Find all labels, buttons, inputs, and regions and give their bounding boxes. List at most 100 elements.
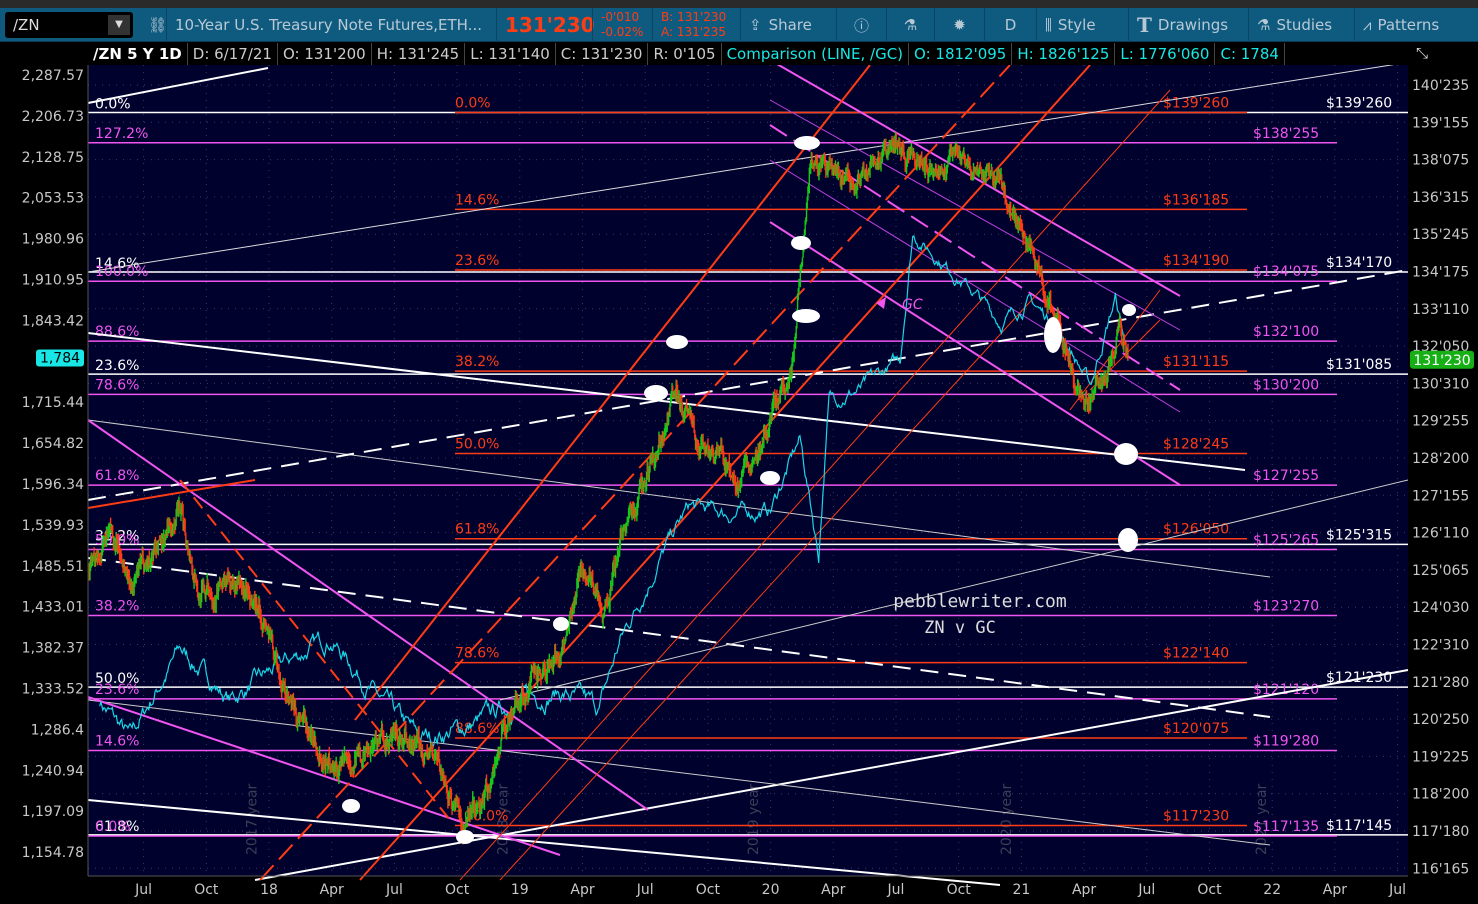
- price-chart[interactable]: 2017 year 2018 year 2019 year 2020 year 2021…: [0, 65, 1478, 904]
- right-axis-label: 136'315: [1412, 190, 1469, 206]
- x-tick-label: Jul: [385, 882, 403, 898]
- left-axis-label: 1,240.94: [22, 763, 84, 779]
- gc-label: GC: [902, 297, 923, 313]
- symbol-description: 10-Year U.S. Treasury Note Futures,ETH..…: [166, 8, 494, 42]
- fib-pct-magenta: 38.2%: [95, 598, 139, 614]
- pivot-marker: [791, 236, 811, 250]
- fib-pct-magenta: 14.6%: [95, 733, 139, 749]
- x-tick-label: Oct: [696, 882, 721, 898]
- toolbar: /ZN ▼ ⛓ 10-Year U.S. Treasury Note Future…: [0, 8, 1478, 42]
- fib-pct-orange: 14.6%: [455, 192, 499, 208]
- right-axis-label: 122'310: [1412, 638, 1469, 654]
- right-axis-label: 129'255: [1412, 414, 1469, 430]
- drawings-button[interactable]: T Drawings: [1128, 8, 1248, 42]
- fib-price-magenta: $134'075: [1253, 264, 1319, 280]
- last-price-badge-label: 131'230: [1413, 353, 1470, 369]
- fib-pct-orange: 50.0%: [455, 437, 499, 453]
- left-axis-label: 1,843.42: [22, 313, 84, 329]
- cmp-close-readout: C: 1784: [1215, 43, 1285, 65]
- settings-button[interactable]: ✹: [934, 8, 984, 42]
- fib-price-orange: $131'115: [1163, 354, 1229, 370]
- fib-price-magenta: $130'200: [1253, 377, 1319, 393]
- fib-price-magenta: $127'255: [1253, 468, 1319, 484]
- right-axis-label: 128'200: [1412, 451, 1469, 467]
- net-change: -0'010 -0.02%: [592, 8, 652, 42]
- fib-price-magenta: $123'270: [1253, 598, 1319, 614]
- fib-price-orange: $139'260: [1163, 95, 1229, 111]
- right-axis-label: 127'155: [1412, 488, 1469, 504]
- chevron-down-icon[interactable]: ▼: [108, 15, 130, 35]
- chart-header: /ZN 5 Y 1D D: 6/17/21 O: 131'200 H: 131'…: [88, 43, 1285, 65]
- year-watermark: 2020 year: [999, 783, 1015, 855]
- style-button[interactable]: ⫼ Style: [1036, 8, 1128, 42]
- left-axis-label: 2,053.53: [22, 191, 84, 207]
- right-axis-label: 126'110: [1412, 526, 1469, 542]
- left-axis-label: 1,980.96: [22, 232, 84, 248]
- left-axis-label: 1,654.82: [22, 436, 84, 452]
- right-axis-label: 116'165: [1412, 861, 1469, 877]
- x-tick-label: Jul: [887, 882, 905, 898]
- fib-pct-magenta: 127.2%: [95, 126, 148, 142]
- share-button[interactable]: ⇪ Share: [740, 8, 836, 42]
- text-t-icon: T: [1137, 13, 1152, 37]
- fib-pct-magenta: 0.0%: [95, 819, 131, 835]
- change-percent: -0.02%: [601, 25, 644, 39]
- left-axis-label: 1,382.37: [22, 641, 84, 657]
- fib-pct-orange: 88.6%: [455, 721, 499, 737]
- x-tick-label: Jul: [134, 882, 152, 898]
- left-axis-label: 1,286.4: [31, 722, 85, 738]
- info-button[interactable]: ⓘ: [836, 8, 886, 42]
- pivot-marker: [456, 830, 474, 844]
- gc-last-badge-label: 1,784: [40, 351, 80, 367]
- right-axis-label: 124'030: [1412, 600, 1469, 616]
- fib-price-magenta: $138'255: [1253, 126, 1319, 142]
- right-axis-label: 139'155: [1412, 115, 1469, 131]
- fib-pct-orange: 61.8%: [455, 522, 499, 538]
- pivot-marker: [553, 617, 569, 631]
- date-readout: D: 6/17/21: [188, 43, 278, 65]
- symbol-input[interactable]: /ZN ▼: [5, 12, 133, 38]
- right-axis-label: 133'110: [1412, 302, 1469, 318]
- x-tick-label: 20: [762, 882, 780, 898]
- fib-price-magenta: $119'280: [1253, 733, 1319, 749]
- share-icon: ⇪: [749, 16, 762, 34]
- cmp-open-readout: O: 1812'095: [909, 43, 1013, 65]
- patterns-button[interactable]: ⩘ Patterns: [1354, 8, 1478, 42]
- right-axis-label: 120'250: [1412, 712, 1469, 728]
- fib-price-orange: $136'185: [1163, 192, 1229, 208]
- x-tick-label: Apr: [821, 882, 845, 898]
- auto-scale-icon[interactable]: ⤡: [1416, 44, 1428, 62]
- right-axis-label: 138'075: [1412, 153, 1469, 169]
- bid-ask: B: 131'230 A: 131'235: [652, 8, 738, 42]
- fib-price-orange: $117'230: [1163, 809, 1229, 825]
- share-label: Share: [768, 16, 812, 34]
- year-watermark: 2019 year: [746, 783, 762, 855]
- fib-price-white: $125'315: [1326, 527, 1392, 543]
- left-axis-label: 2,128.75: [22, 150, 84, 166]
- pivot-marker: [1044, 317, 1062, 353]
- pivot-marker: [1114, 443, 1138, 465]
- studies-button[interactable]: ⚗ Studies: [1248, 8, 1354, 42]
- year-watermark: 2017 year: [244, 783, 260, 855]
- x-tick-label: Jul: [1388, 882, 1406, 898]
- info-icon: ⓘ: [853, 16, 869, 35]
- right-axis-label: 125'065: [1412, 563, 1469, 579]
- x-tick-label: Oct: [445, 882, 470, 898]
- x-tick-label: 18: [260, 882, 278, 898]
- comparison-label[interactable]: Comparison (LINE, /GC): [722, 43, 910, 65]
- left-axis-label: 1,197.09: [22, 804, 84, 820]
- fib-pct-orange: 23.6%: [455, 253, 499, 269]
- link-icon[interactable]: ⛓: [140, 8, 167, 42]
- pivot-marker: [644, 385, 668, 401]
- period-button[interactable]: D: [984, 8, 1036, 42]
- flask-button[interactable]: ⚗: [886, 8, 934, 42]
- fib-price-magenta: $125'265: [1253, 532, 1319, 548]
- low-readout: L: 131'140: [465, 43, 556, 65]
- x-tick-label: Apr: [570, 882, 594, 898]
- fib-price-white: $131'085: [1326, 357, 1392, 373]
- left-axis-label: 1,596.34: [22, 477, 84, 493]
- x-tick-label: Jul: [636, 882, 654, 898]
- patterns-icon: ⩘: [1363, 16, 1372, 34]
- x-tick-label: Apr: [1072, 882, 1096, 898]
- x-tick-label: Jul: [1137, 882, 1155, 898]
